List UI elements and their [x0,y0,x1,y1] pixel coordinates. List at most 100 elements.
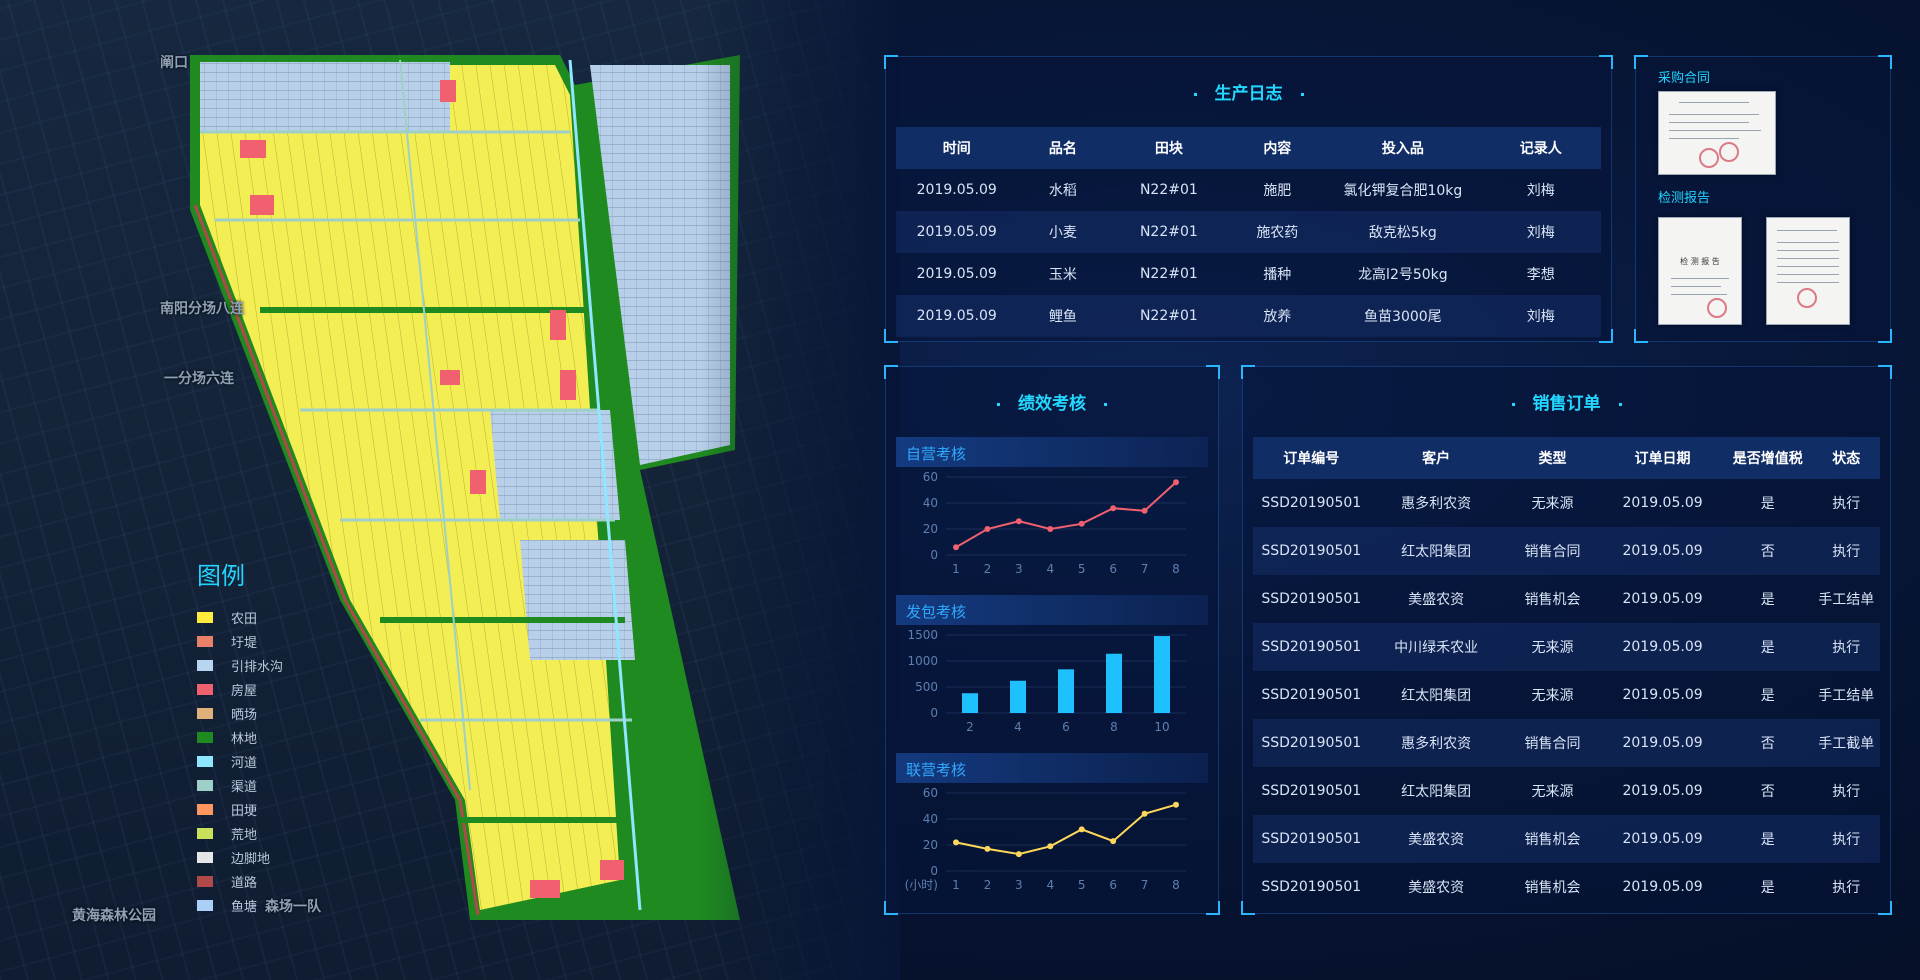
x-tick-label: 8 [1172,878,1180,892]
inspection-report-thumbnail-1[interactable]: 检 测 报 告 [1658,217,1742,325]
documents-panel: 采购合同 检测报告 检 测 报 告 [1634,55,1892,343]
x-tick-label: 4 [1046,562,1054,576]
data-point[interactable] [1110,838,1117,845]
table-row[interactable]: SSD20190501 美盛农资 销售机会 2019.05.09 是执行 [1253,863,1880,911]
data-point[interactable] [984,845,991,852]
data-point[interactable] [953,544,959,551]
table-row[interactable]: SSD20190501 惠多利农资 销售合同 2019.05.09 否手工截单 [1253,719,1880,767]
purchase-contract-thumbnail[interactable] [1658,91,1776,175]
inspection-report-thumbnail-2[interactable] [1766,217,1850,325]
legend-swatch [197,659,213,671]
table-cell: N22#01 [1139,182,1198,198]
table-cell: 2019.05.09 [1622,591,1703,607]
table-cell: 2019.05.09 [1602,623,1723,671]
column-header[interactable]: 订单日期 [1602,437,1723,479]
legend-swatch [197,683,213,695]
table-cell: 2019.05.09 [896,211,1018,253]
legend-label: 房屋 [231,683,258,699]
column-header[interactable]: 订单编号 [1253,437,1370,479]
column-header[interactable]: 类型 [1502,437,1603,479]
legend-item: 鱼塘 [197,893,283,917]
table-cell: 执行 [1812,623,1880,671]
column-header[interactable]: 是否增值税 [1722,437,1813,479]
bar[interactable] [1106,653,1122,713]
contracted-bar-chart[interactable]: 0 500 1000 1500 2 4 6 8 10 [886,625,1218,745]
data-point[interactable] [1141,810,1148,817]
table-cell: SSD20190501 [1261,687,1362,703]
table-cell: 否 [1760,784,1775,800]
table-cell: 销售机会 [1524,592,1581,608]
data-point[interactable] [1015,851,1022,858]
data-point[interactable] [984,526,991,532]
data-point[interactable] [1173,801,1179,808]
bar[interactable] [1154,636,1170,713]
table-cell: 施肥 [1263,183,1292,199]
legend-label: 晒场 [231,707,258,723]
data-point[interactable] [1078,520,1085,527]
table-cell: 手工结单 [1818,688,1875,704]
data-point[interactable] [1110,505,1117,512]
table-row[interactable]: SSD20190501 中川绿禾农业 无来源 2019.05.09 是执行 [1253,623,1880,671]
table-cell: SSD20190501 [1253,719,1370,767]
sales-orders-table: 订单编号 客户 类型 订单日期 是否增值税 状态 SSD20190501 惠多利农资 无来源 2… [1253,437,1880,911]
table-cell: 销售机会 [1524,880,1581,896]
bar[interactable] [1010,680,1026,713]
table-cell: 惠多利农资 [1401,496,1472,512]
table-row[interactable]: 2019.05.09 小麦 N22#01 施农药 敌克松5kg 刘梅 [896,211,1601,253]
table-row[interactable]: 2019.05.09 水稻 N22#01 施肥 氯化钾复合肥10kg 刘梅 [896,169,1601,211]
data-point[interactable] [1047,843,1054,850]
legend-item: 荒地 [197,821,283,845]
column-header[interactable]: 品名 [1017,127,1109,169]
chart-header-joint: 联营考核 [896,753,1208,783]
performance-panel: 绩效考核 自营考核 0 20 40 60 1 2 3 4 5 6 7 8 发包考核 0 500 1000 1… [884,365,1220,915]
legend-swatch [197,731,213,743]
table-row[interactable]: SSD20190501 美盛农资 销售机会 2019.05.09 是执行 [1253,815,1880,863]
map-fade-edge [700,0,900,980]
table-cell: 是 [1760,592,1775,608]
x-tick-label: 6 [1109,562,1117,576]
column-header[interactable]: 记录人 [1480,127,1601,169]
data-point[interactable] [1173,479,1179,486]
legend-item: 边脚地 [197,845,283,869]
chart-header-self-operated: 自营考核 [896,437,1208,467]
legend-swatch [197,899,213,911]
house [240,140,266,158]
legend-swatch [197,851,213,863]
table-row[interactable]: 2019.05.09 鲤鱼 N22#01 放养 鱼苗3000尾 刘梅 [896,295,1601,337]
self-operated-line-chart[interactable]: 0 20 40 60 1 2 3 4 5 6 7 8 [886,467,1218,587]
house [600,860,624,880]
table-cell: 2019.05.09 [1622,687,1703,703]
table-cell: 无来源 [1531,688,1574,704]
table-cell: SSD20190501 [1253,815,1370,863]
table-row[interactable]: SSD20190501 美盛农资 销售机会 2019.05.09 是 手工结单 [1253,575,1880,623]
table-row[interactable]: SSD20190501 红太阳集团 销售合同 2019.05.09 否执行 [1253,527,1880,575]
table-row[interactable]: SSD20190501 红太阳集团 无来源 2019.05.09 否 执行 [1253,767,1880,815]
joint-operation-line-chart[interactable]: 0 20 40 60 1 2 3 4 5 6 7 8 (小时) [886,783,1218,908]
bar[interactable] [962,693,978,713]
table-cell: N22#01 [1108,295,1230,337]
table-row[interactable]: 2019.05.09 玉米 N22#01 播种 龙高l2号50kg 李想 [896,253,1601,295]
column-header[interactable]: 内容 [1229,127,1326,169]
data-point[interactable] [953,839,959,846]
fishpond-north [200,62,450,132]
table-cell: 水稻 [1048,183,1077,199]
table-cell: 是 [1722,623,1813,671]
table-cell: 无来源 [1502,623,1603,671]
table-cell: SSD20190501 [1261,783,1362,799]
column-header[interactable]: 田块 [1108,127,1230,169]
data-point[interactable] [1047,526,1054,532]
column-header[interactable]: 投入品 [1325,127,1481,169]
data-point[interactable] [1078,826,1085,833]
table-cell: 是 [1760,496,1775,512]
report-thumb-title: 检 测 报 告 [1680,257,1720,266]
data-point[interactable] [1015,518,1022,525]
column-header[interactable]: 客户 [1369,437,1503,479]
table-row[interactable]: SSD20190501 红太阳集团 无来源 2019.05.09 是 手工结单 [1253,671,1880,719]
table-row[interactable]: SSD20190501 惠多利农资 无来源 2019.05.09 是 执行 [1253,479,1880,527]
data-point[interactable] [1141,507,1148,514]
column-header[interactable]: 时间 [896,127,1018,169]
table-cell: 2019.05.09 [896,295,1018,337]
bar[interactable] [1058,669,1074,713]
column-header[interactable]: 状态 [1812,437,1880,479]
inspection-report-label: 检测报告 [1658,191,1711,206]
